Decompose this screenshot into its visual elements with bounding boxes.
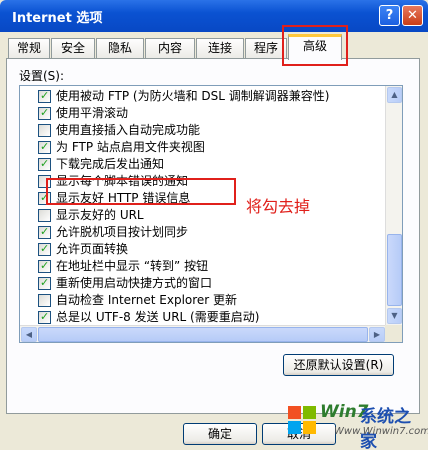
- tab-security[interactable]: 安全: [51, 38, 95, 58]
- advanced-panel: 设置(S): 使用被动 FTP (为防火墙和 DSL 调制解调器兼容性) 使用平…: [6, 58, 420, 414]
- scroll-right-icon[interactable]: ▶: [369, 327, 385, 342]
- list-item[interactable]: 在地址栏中显示 “转到” 按钮: [38, 258, 209, 274]
- windows-logo-icon: [288, 406, 316, 434]
- list-item-label: 使用直接插入自动完成功能: [56, 123, 201, 137]
- scroll-up-icon[interactable]: ▲: [387, 87, 402, 103]
- list-item-label: 允许脱机项目按计划同步: [56, 225, 189, 239]
- tab-content[interactable]: 内容: [145, 38, 195, 58]
- checkbox[interactable]: [38, 241, 51, 257]
- list-item[interactable]: 允许页面转换: [38, 241, 129, 257]
- title-bar[interactable]: Internet 选项 ? ✕: [0, 0, 428, 32]
- list-item[interactable]: 总是以 UTF-8 发送 URL (需要重启动): [38, 309, 260, 325]
- checkbox[interactable]: [38, 88, 51, 104]
- list-item[interactable]: 允许脱机项目按计划同步: [38, 224, 189, 240]
- list-item[interactable]: 为 FTP 站点启用文件夹视图: [38, 139, 205, 155]
- checkbox[interactable]: [38, 105, 51, 121]
- list-item-label: 自动检查 Internet Explorer 更新: [56, 293, 238, 307]
- list-item[interactable]: 使用被动 FTP (为防火墙和 DSL 调制解调器兼容性): [38, 88, 330, 104]
- checkbox[interactable]: [38, 275, 51, 291]
- list-item-label: 重新使用启动快捷方式的窗口: [56, 276, 213, 290]
- tab-general[interactable]: 常规: [8, 38, 50, 58]
- scroll-left-icon[interactable]: ◀: [21, 327, 37, 342]
- checkbox[interactable]: [38, 209, 51, 222]
- list-item[interactable]: 下载完成后发出通知: [38, 156, 165, 172]
- list-item[interactable]: 使用平滑滚动: [38, 105, 129, 121]
- checkbox[interactable]: [38, 124, 51, 137]
- scroll-thumb[interactable]: [387, 234, 402, 306]
- scrollbar-corner: [385, 325, 402, 342]
- horizontal-scrollbar[interactable]: ◀ ▶: [20, 325, 386, 342]
- ok-button[interactable]: 确定: [183, 423, 257, 445]
- list-item-label: 在地址栏中显示 “转到” 按钮: [56, 259, 209, 273]
- tab-programs[interactable]: 程序: [245, 38, 287, 58]
- checkbox[interactable]: [38, 294, 51, 307]
- vertical-scrollbar[interactable]: ▲ ▼: [385, 86, 402, 326]
- list-item-label: 显示友好的 URL: [56, 208, 144, 222]
- scroll-down-icon[interactable]: ▼: [387, 308, 402, 324]
- list-item[interactable]: 显示友好的 URL: [38, 207, 144, 223]
- watermark-url: Www.Winwin7.com: [334, 426, 428, 437]
- list-item-label: 为 FTP 站点启用文件夹视图: [56, 140, 205, 154]
- tab-privacy[interactable]: 隐私: [96, 38, 144, 58]
- list-item[interactable]: 重新使用启动快捷方式的窗口: [38, 275, 213, 291]
- list-item-label: 总是以 UTF-8 发送 URL (需要重启动): [56, 310, 260, 324]
- help-button[interactable]: ?: [379, 5, 400, 26]
- list-item-label: 允许页面转换: [56, 242, 129, 256]
- settings-list[interactable]: 使用被动 FTP (为防火墙和 DSL 调制解调器兼容性) 使用平滑滚动 使用直…: [19, 85, 403, 343]
- annotation-text: 将勾去掉: [246, 197, 311, 216]
- checkbox[interactable]: [38, 258, 51, 274]
- list-item[interactable]: 自动检查 Internet Explorer 更新: [38, 292, 238, 308]
- list-item-label: 使用平滑滚动: [56, 106, 129, 120]
- restore-defaults-button[interactable]: 还原默认设置(R): [283, 354, 394, 376]
- list-item-label: 使用被动 FTP (为防火墙和 DSL 调制解调器兼容性): [56, 89, 330, 103]
- checkbox[interactable]: [38, 224, 51, 240]
- friendly-http-highlight: [46, 178, 236, 205]
- checkbox[interactable]: [38, 139, 51, 155]
- checkbox[interactable]: [38, 309, 51, 325]
- window-title: Internet 选项: [12, 11, 103, 26]
- h-scroll-thumb[interactable]: [38, 327, 368, 342]
- watermark: Win7 系统之家 Www.Winwin7.com: [284, 396, 428, 450]
- list-item[interactable]: 使用直接插入自动完成功能: [38, 122, 201, 138]
- settings-label: 设置(S):: [19, 69, 65, 83]
- list-item-label: 下载完成后发出通知: [56, 157, 165, 171]
- checkbox[interactable]: [38, 156, 51, 172]
- close-button[interactable]: ✕: [402, 5, 423, 26]
- tab-connections[interactable]: 连接: [196, 38, 244, 58]
- tab-advanced[interactable]: 高级: [288, 34, 342, 60]
